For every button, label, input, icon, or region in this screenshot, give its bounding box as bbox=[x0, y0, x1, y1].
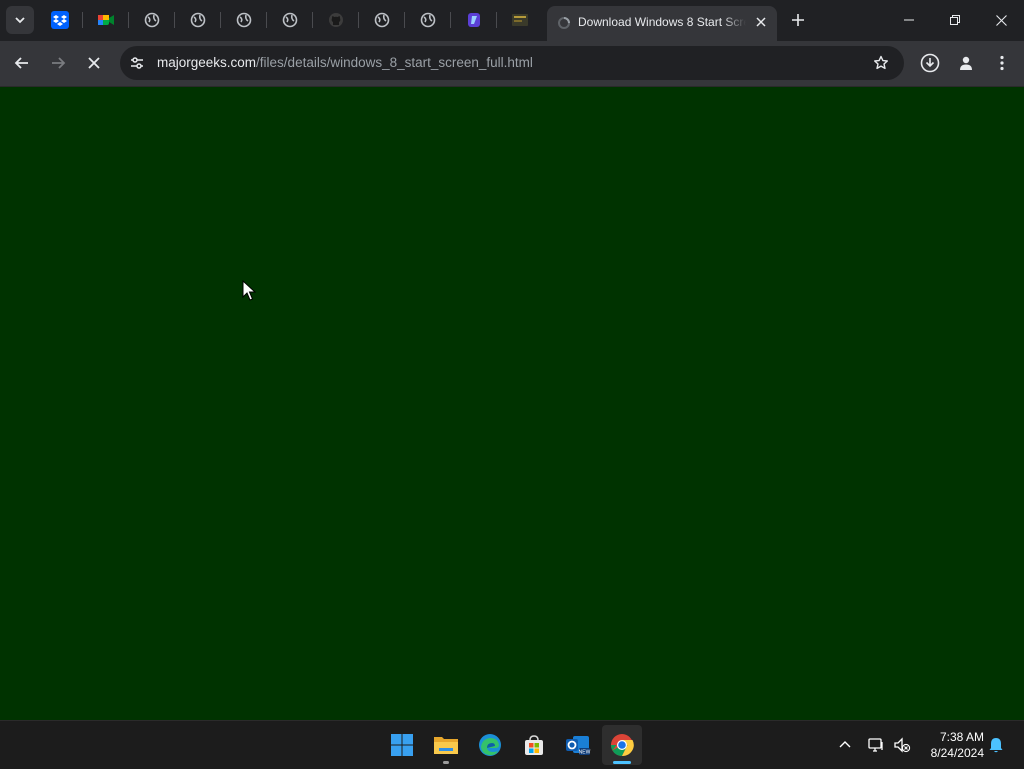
globe-icon bbox=[374, 12, 390, 28]
outlook-new-button[interactable]: NEW bbox=[558, 725, 598, 765]
globe-tab-4[interactable] bbox=[278, 8, 302, 32]
clock-date: 8/24/2024 bbox=[930, 746, 984, 760]
url-text[interactable]: majorgeeks.com/files/details/windows_8_s… bbox=[157, 55, 533, 70]
chrome-button[interactable] bbox=[602, 725, 642, 765]
github-tab[interactable] bbox=[324, 8, 348, 32]
globe-tab-3[interactable] bbox=[232, 8, 256, 32]
app-icon bbox=[468, 13, 480, 27]
site-info-button[interactable] bbox=[128, 54, 146, 72]
volume-muted-icon bbox=[894, 737, 911, 753]
close-icon bbox=[995, 14, 1007, 26]
tab-title: Download Windows 8 Start Screen Full bbox=[578, 15, 746, 29]
microsoft-store-button[interactable] bbox=[514, 725, 554, 765]
globe-icon bbox=[144, 12, 160, 28]
edge-button[interactable] bbox=[470, 725, 510, 765]
stop-loading-button[interactable] bbox=[79, 48, 109, 78]
network-icon bbox=[868, 738, 883, 752]
profile-button[interactable] bbox=[951, 48, 981, 78]
restore-button[interactable] bbox=[932, 0, 978, 40]
restore-icon bbox=[950, 15, 960, 25]
show-hidden-icons-button[interactable] bbox=[835, 735, 855, 755]
globe-tab-6[interactable] bbox=[416, 8, 440, 32]
clock-time: 7:38 AM bbox=[939, 730, 984, 744]
close-tab-button[interactable] bbox=[753, 14, 769, 30]
globe-icon bbox=[420, 12, 436, 28]
chrome-icon bbox=[611, 734, 634, 757]
globe-tab-1[interactable] bbox=[140, 8, 164, 32]
globe-tab-2[interactable] bbox=[186, 8, 210, 32]
minimize-button[interactable] bbox=[886, 0, 932, 40]
dropbox-icon bbox=[51, 11, 69, 29]
plus-icon bbox=[792, 14, 804, 26]
profile-icon bbox=[960, 56, 972, 70]
active-tab[interactable]: Download Windows 8 Start Screen Full bbox=[547, 6, 777, 41]
close-icon bbox=[756, 17, 766, 27]
chevron-down-icon bbox=[15, 17, 25, 24]
star-icon bbox=[874, 55, 888, 70]
app-icon bbox=[512, 14, 528, 26]
tab-search-button[interactable] bbox=[6, 6, 34, 34]
globe-icon bbox=[190, 12, 206, 28]
mouse-cursor-icon bbox=[242, 280, 256, 301]
dropbox-tab[interactable] bbox=[48, 8, 72, 32]
download-icon bbox=[920, 53, 940, 73]
taskbar: NEW 7:38 AM 8/24/2024 bbox=[0, 720, 1024, 769]
google-meet-tab[interactable] bbox=[94, 8, 118, 32]
dark-app-tab[interactable] bbox=[508, 8, 532, 32]
github-icon bbox=[329, 13, 343, 27]
browser-toolbar: majorgeeks.com/files/details/windows_8_s… bbox=[0, 41, 1024, 87]
folder-icon bbox=[434, 737, 458, 754]
address-bar[interactable]: majorgeeks.com/files/details/windows_8_s… bbox=[120, 46, 904, 80]
url-host: majorgeeks.com bbox=[157, 55, 257, 70]
arrow-left-icon bbox=[14, 57, 28, 69]
globe-icon bbox=[282, 12, 298, 28]
page-content bbox=[0, 87, 1024, 720]
close-window-button[interactable] bbox=[978, 0, 1024, 40]
minimize-icon bbox=[904, 19, 914, 21]
url-path: /files/details/windows_8_start_screen_fu… bbox=[256, 55, 533, 70]
close-icon bbox=[88, 57, 100, 69]
active-indicator bbox=[613, 761, 631, 764]
outlook-icon: NEW bbox=[566, 736, 591, 756]
arrow-right-icon bbox=[52, 57, 66, 69]
chevron-up-icon bbox=[839, 741, 851, 748]
tab-strip: Download Windows 8 Start Screen Full bbox=[0, 0, 1024, 41]
downloads-button[interactable] bbox=[915, 48, 945, 78]
notifications-button[interactable] bbox=[986, 735, 1006, 755]
tune-icon bbox=[131, 57, 143, 69]
running-indicator bbox=[443, 761, 449, 764]
google-meet-icon bbox=[98, 15, 114, 25]
file-explorer-button[interactable] bbox=[426, 725, 466, 765]
new-tab-button[interactable] bbox=[786, 8, 810, 32]
forward-button[interactable] bbox=[43, 48, 73, 78]
start-button[interactable] bbox=[382, 725, 422, 765]
store-icon bbox=[525, 735, 543, 755]
svg-text:NEW: NEW bbox=[579, 750, 591, 756]
purple-app-tab[interactable] bbox=[462, 8, 486, 32]
menu-button[interactable] bbox=[987, 48, 1017, 78]
bookmark-button[interactable] bbox=[872, 54, 890, 72]
network-button[interactable] bbox=[866, 735, 886, 755]
volume-button[interactable] bbox=[892, 735, 912, 755]
bell-icon bbox=[989, 738, 1003, 753]
clock[interactable]: 7:38 AM 8/24/2024 bbox=[920, 729, 984, 761]
globe-tab-5[interactable] bbox=[370, 8, 394, 32]
back-button[interactable] bbox=[7, 48, 37, 78]
edge-icon bbox=[479, 734, 501, 756]
globe-icon bbox=[236, 12, 252, 28]
more-vertical-icon bbox=[1000, 55, 1004, 71]
windows-logo-icon bbox=[391, 734, 413, 756]
loading-spinner-icon bbox=[558, 17, 570, 29]
